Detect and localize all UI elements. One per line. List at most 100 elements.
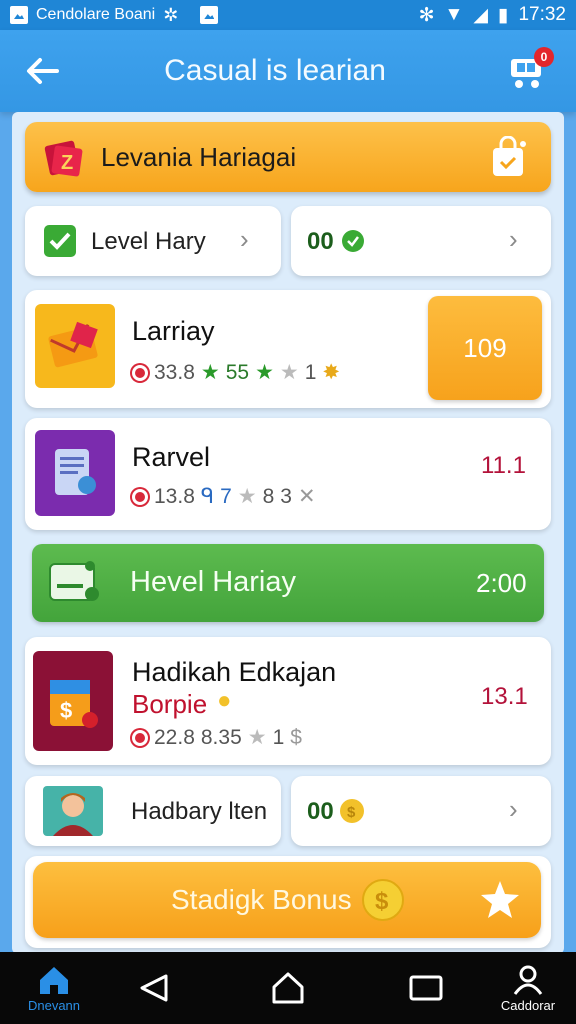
location-dot-icon	[132, 729, 148, 746]
star-empty-icon: ★	[279, 361, 299, 384]
svg-text:$: $	[60, 698, 72, 723]
home-icon	[40, 966, 68, 994]
star-icon	[481, 881, 519, 918]
sparkle-icon: ✸	[322, 361, 341, 384]
star-filled-icon: ★	[255, 361, 274, 384]
star-empty-icon: ★	[237, 485, 257, 508]
bonus-label: Stadigk Bonus	[171, 884, 352, 915]
location-dot-icon	[132, 364, 148, 381]
status-bar-right: ✻ ▼ ◢ ▮ 17:32	[419, 4, 566, 27]
nav-back[interactable]	[124, 952, 184, 1024]
price-button[interactable]: 109	[428, 296, 542, 400]
meta-count: 1	[272, 725, 285, 749]
meta-distance: 33.8	[154, 360, 195, 384]
back-arrow-icon	[27, 58, 59, 84]
coins-value: 00	[307, 798, 334, 825]
badge-icon: ✕	[297, 485, 316, 508]
chevron-right-icon: ›	[509, 794, 518, 824]
coins-card[interactable]: 00 $ ›	[291, 776, 551, 846]
tablet-icon	[35, 430, 115, 516]
list-item[interactable]: Rarvel 13.8 ᑫ 7 ★ 8 3 ✕ 11.1	[25, 418, 551, 530]
gold-coin-icon: $	[362, 879, 404, 921]
battery-icon: ▮	[497, 4, 509, 26]
points-card[interactable]: 00 ›	[291, 206, 551, 276]
wifi-icon: ▼	[444, 4, 464, 25]
notification-icon	[200, 6, 219, 24]
gallery-icon	[10, 6, 28, 24]
item-meta: 22.8 8.35 ★ 1 $	[132, 725, 302, 750]
points-value: 00	[307, 228, 334, 255]
item-value: 13.1	[481, 683, 528, 710]
meta-extra: 3	[280, 484, 292, 508]
back-button[interactable]	[12, 41, 72, 101]
back-triangle-icon	[140, 974, 168, 1002]
meta-score: 55	[225, 360, 250, 384]
sync-icon: ✲	[163, 4, 179, 25]
green-star-icon: ★	[200, 361, 220, 384]
status-time: 17:32	[518, 4, 566, 25]
item-meta: 33.8 ★ 55 ★ ★ 1 ✸	[132, 360, 340, 385]
meta-distance: 22.8	[154, 725, 195, 749]
green-bar-title: Hevel Hariay	[130, 566, 296, 598]
green-coin-icon	[342, 230, 364, 252]
list-item[interactable]: $ Hadikah Edkajan Borpie ● 22.8 8.35 ★ 1…	[25, 637, 551, 765]
nav-profile-label: Caddorar	[500, 997, 556, 1013]
gold-coin-icon: $	[340, 799, 364, 823]
nav-recents[interactable]	[396, 952, 456, 1024]
bottom-nav: Dnevann Caddorar	[0, 952, 576, 1024]
chevron-right-icon: ›	[509, 224, 518, 254]
nav-home-label: Dnevann	[27, 997, 81, 1013]
avatar	[43, 786, 103, 836]
header-banner[interactable]: Z Levania Hariagai	[25, 122, 551, 192]
star-empty-icon: ★	[247, 726, 267, 749]
profile-icon	[513, 965, 543, 995]
price-value: 109	[463, 332, 507, 363]
item-value: 11.1	[481, 452, 526, 479]
profile-card[interactable]: Hadbary lten	[25, 776, 281, 846]
gift-box-icon: $	[33, 651, 113, 751]
item-title: Rarvel	[132, 442, 211, 472]
chevron-right-icon: ›	[240, 224, 249, 254]
dollar-icon: $	[290, 725, 302, 749]
item-subtitle: Borpie	[132, 689, 208, 719]
location-dot-icon	[132, 488, 148, 505]
nav-home[interactable]: Dnevann	[14, 952, 94, 1024]
calendar-tag-icon: Z	[44, 140, 83, 177]
coin-icon: ●	[217, 687, 232, 714]
profile-label: Hadbary lten	[131, 798, 268, 825]
status-app-name: Cendolare Boani	[36, 6, 156, 23]
page-title: Casual is learian	[164, 54, 386, 87]
meta-score: 8.35	[200, 725, 242, 749]
nav-profile[interactable]: Caddorar	[490, 952, 566, 1024]
svg-text:Z: Z	[61, 152, 73, 174]
meta-score: 7	[220, 484, 232, 508]
envelope-icon	[35, 304, 115, 388]
meta-count: 1	[304, 360, 317, 384]
gift-bag-icon	[493, 136, 526, 176]
level-label: Level Hary	[91, 228, 206, 255]
green-bar-fill: Hevel Hariay 2:00	[32, 544, 544, 622]
meta-count: 8	[262, 484, 275, 508]
home-outline-icon	[272, 972, 304, 1004]
item-title: Hadikah Edkajan	[132, 657, 337, 687]
status-bar-left: Cendolare Boani ✲	[10, 4, 219, 26]
checkbox-icon	[44, 225, 76, 257]
blue-q-icon: ᑫ	[200, 485, 215, 508]
cart-badge: 0	[534, 47, 554, 67]
meta-distance: 13.8	[154, 484, 195, 508]
signal-icon: ◢	[473, 4, 488, 26]
nav-home-system[interactable]	[258, 952, 318, 1024]
svg-text:$: $	[375, 888, 389, 915]
green-action-bar[interactable]: Hevel Hariay 2:00	[25, 536, 551, 636]
cart-button[interactable]: 0	[498, 41, 558, 101]
data-icon: ✻	[418, 4, 435, 26]
banner-title: Levania Hariagai	[101, 141, 297, 172]
status-bar: Cendolare Boani ✲ ✻ ▼ ◢ ▮ 17:32	[0, 0, 576, 30]
bonus-button[interactable]: Stadigk Bonus $	[33, 862, 541, 938]
item-title: Larriay	[132, 316, 215, 346]
level-card[interactable]: Level Hary ›	[25, 206, 281, 276]
ticket-icon	[49, 561, 99, 601]
svg-text:$: $	[347, 804, 356, 821]
item-meta: 13.8 ᑫ 7 ★ 8 3 ✕	[132, 484, 316, 509]
recents-icon	[409, 975, 443, 1001]
